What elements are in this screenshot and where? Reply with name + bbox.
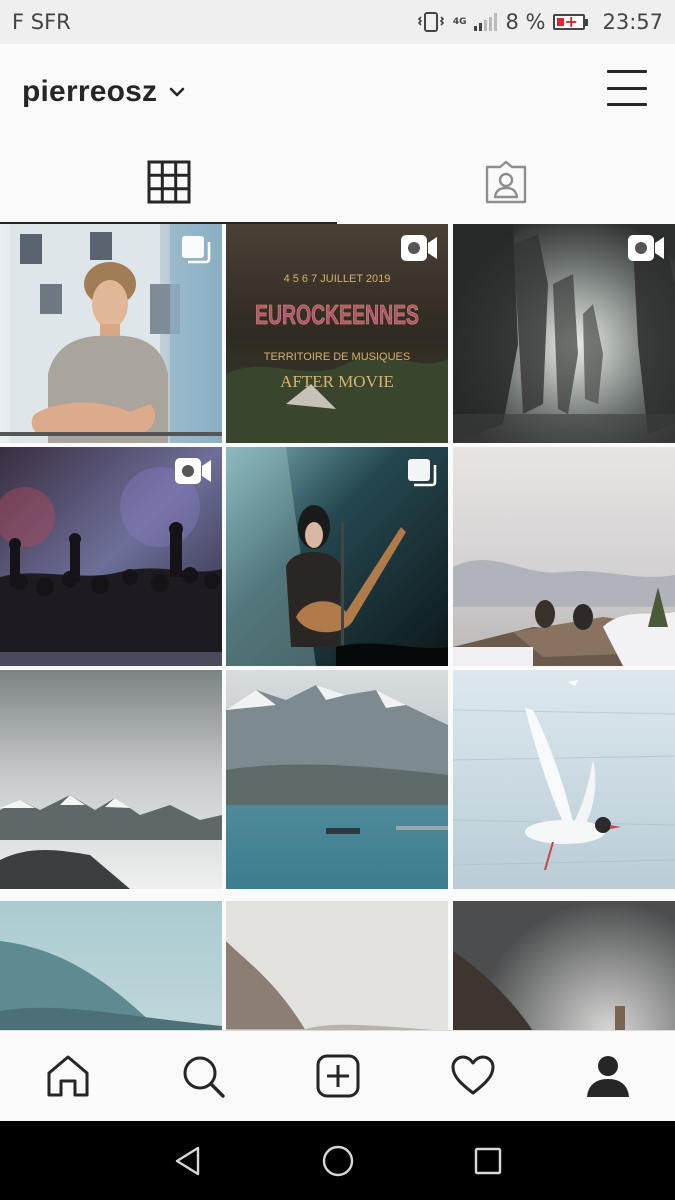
menu-button[interactable] bbox=[607, 70, 647, 106]
home-circle-icon bbox=[322, 1145, 353, 1176]
add-post-icon bbox=[316, 1054, 359, 1098]
post-thumbnail[interactable] bbox=[0, 670, 222, 889]
post-thumbnail[interactable] bbox=[453, 447, 675, 666]
carrier-label: F SFR bbox=[12, 10, 71, 34]
network-type: 4G bbox=[452, 16, 467, 27]
menu-line bbox=[607, 103, 647, 106]
post-thumbnail[interactable] bbox=[226, 901, 448, 1030]
post-thumbnail[interactable] bbox=[453, 901, 675, 1030]
video-icon bbox=[175, 458, 211, 484]
dark-lake-photo bbox=[453, 901, 675, 1030]
poster-date: 4 5 6 7 JUILLET 2019 bbox=[284, 273, 391, 285]
search-button[interactable] bbox=[173, 1046, 233, 1106]
poster-title: EUROCKEENNES bbox=[255, 299, 419, 330]
lake-boat-photo bbox=[226, 670, 448, 889]
activity-heart-icon bbox=[451, 1055, 494, 1095]
home-icon bbox=[47, 1055, 88, 1097]
post-thumbnail[interactable] bbox=[0, 447, 222, 666]
people-on-dock-photo bbox=[453, 447, 675, 666]
profile-header: pierreosz bbox=[0, 44, 675, 140]
poster-subtitle: TERRITOIRE DE MUSIQUES bbox=[264, 351, 410, 363]
menu-line bbox=[607, 70, 647, 73]
clock: 23:57 bbox=[602, 10, 663, 34]
post-thumbnail[interactable] bbox=[0, 224, 222, 443]
posts-grid: 4 5 6 7 JUILLET 2019 EUROCKEENNES TERRIT… bbox=[0, 224, 675, 1030]
carousel-icon bbox=[408, 459, 437, 487]
bottom-navigation bbox=[0, 1030, 675, 1121]
new-post-button[interactable] bbox=[308, 1046, 368, 1106]
video-icon bbox=[628, 235, 664, 261]
post-thumbnail[interactable] bbox=[226, 447, 448, 666]
post-thumbnail[interactable] bbox=[453, 670, 675, 889]
chevron-down-icon[interactable] bbox=[169, 82, 189, 102]
post-thumbnail[interactable]: 4 5 6 7 JUILLET 2019 EUROCKEENNES TERRIT… bbox=[226, 224, 448, 443]
cliff-photo bbox=[226, 901, 448, 1030]
seagull-photo bbox=[453, 670, 675, 889]
menu-line bbox=[607, 86, 647, 90]
profile-icon bbox=[586, 1056, 629, 1097]
activity-button[interactable] bbox=[443, 1046, 503, 1106]
search-icon bbox=[183, 1056, 225, 1098]
recents-icon bbox=[474, 1147, 501, 1174]
poster-footer: AFTER MOVIE bbox=[280, 372, 394, 391]
blue-hills-photo bbox=[0, 901, 222, 1030]
instagram-profile-screen: F SFR 4G 8 % + 23:57 pierreosz 4 5 6 7 J… bbox=[0, 0, 675, 1200]
home-system-button[interactable] bbox=[313, 1136, 363, 1186]
battery-percent: 8 % bbox=[505, 10, 546, 34]
tab-tagged[interactable] bbox=[337, 140, 674, 224]
tab-grid[interactable] bbox=[0, 140, 337, 224]
misty-mountains-photo bbox=[0, 670, 222, 889]
status-bar: F SFR 4G 8 % + 23:57 bbox=[0, 0, 675, 44]
post-thumbnail[interactable] bbox=[226, 670, 448, 889]
video-icon bbox=[401, 235, 437, 261]
status-icons: 4G 8 % + 23:57 bbox=[417, 10, 663, 34]
recents-button[interactable] bbox=[463, 1136, 513, 1186]
vibrate-icon bbox=[417, 12, 444, 32]
tagged-person-icon bbox=[485, 160, 526, 204]
back-icon bbox=[175, 1146, 199, 1175]
home-button[interactable] bbox=[38, 1046, 98, 1106]
system-navigation bbox=[0, 1121, 675, 1200]
post-thumbnail[interactable] bbox=[453, 224, 675, 443]
post-thumbnail[interactable] bbox=[0, 901, 222, 1030]
carousel-icon bbox=[182, 236, 211, 264]
signal-icon bbox=[474, 13, 498, 31]
grid-icon bbox=[147, 160, 190, 204]
username[interactable]: pierreosz bbox=[22, 75, 157, 109]
profile-button[interactable] bbox=[578, 1046, 638, 1106]
battery-icon: + bbox=[553, 12, 589, 31]
back-button[interactable] bbox=[163, 1136, 213, 1186]
profile-tabs bbox=[0, 140, 675, 224]
